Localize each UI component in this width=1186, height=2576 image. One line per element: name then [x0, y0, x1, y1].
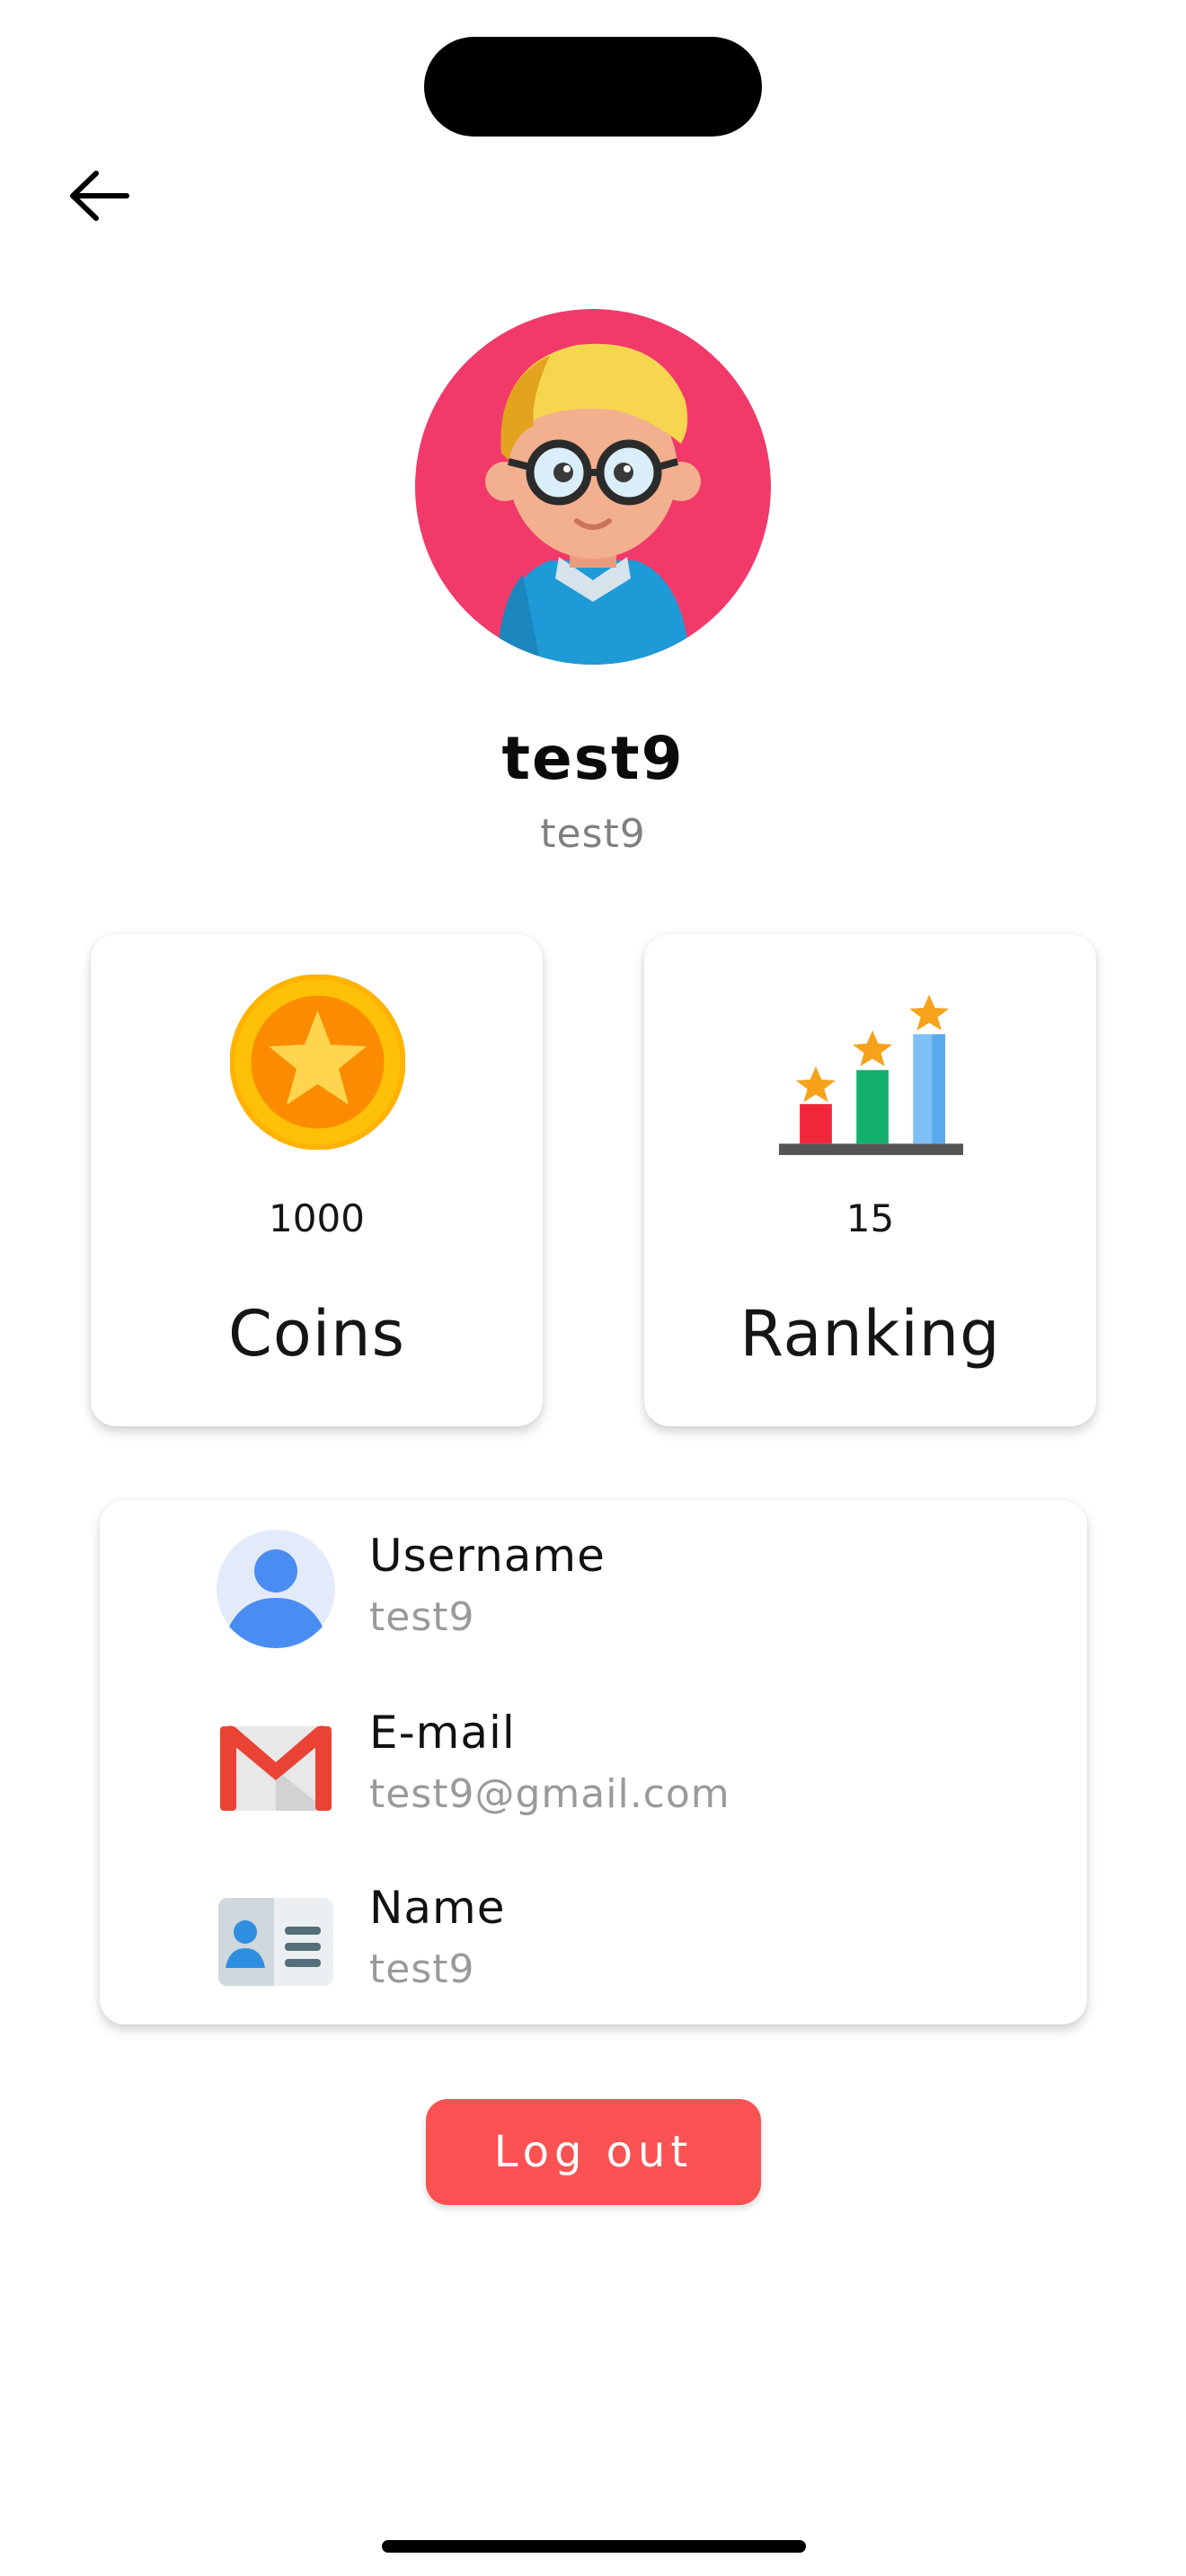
username-value: test9: [369, 1594, 475, 1640]
arrow-left-icon: [70, 171, 129, 221]
ranking-label: Ranking: [739, 1297, 1001, 1371]
avatar: [415, 309, 771, 665]
coins-card: 1000 Coins: [91, 934, 543, 1426]
coins-value: 1000: [269, 1196, 365, 1240]
dynamic-island: [424, 37, 762, 137]
home-indicator: [382, 2540, 806, 2553]
name-title: Name: [369, 1882, 506, 1934]
account-info-card: Username test9 E-mail test9@gmail.com Na…: [100, 1500, 1087, 2025]
ranking-card: 15 Ranking: [644, 934, 1096, 1426]
name-row: Name test9: [217, 1882, 1025, 2007]
user-icon: [217, 1530, 335, 1648]
username-row: Username test9: [217, 1530, 1025, 1655]
username-title: Username: [369, 1530, 606, 1582]
coin-star-icon: [230, 975, 405, 1150]
ranking-chart-icon: [779, 994, 963, 1155]
ranking-value: 15: [845, 1196, 895, 1240]
logout-button[interactable]: Log out: [426, 2099, 761, 2205]
email-value: test9@gmail.com: [369, 1771, 730, 1817]
coins-label: Coins: [228, 1297, 405, 1371]
username-subtitle: test9: [540, 811, 646, 857]
back-button[interactable]: [54, 151, 144, 241]
email-title: E-mail: [369, 1707, 516, 1759]
display-name: test9: [501, 724, 685, 793]
email-row: E-mail test9@gmail.com: [217, 1707, 1025, 1832]
gmail-icon: [220, 1725, 332, 1811]
name-value: test9: [369, 1946, 475, 1992]
id-card-icon: [218, 1898, 333, 1986]
